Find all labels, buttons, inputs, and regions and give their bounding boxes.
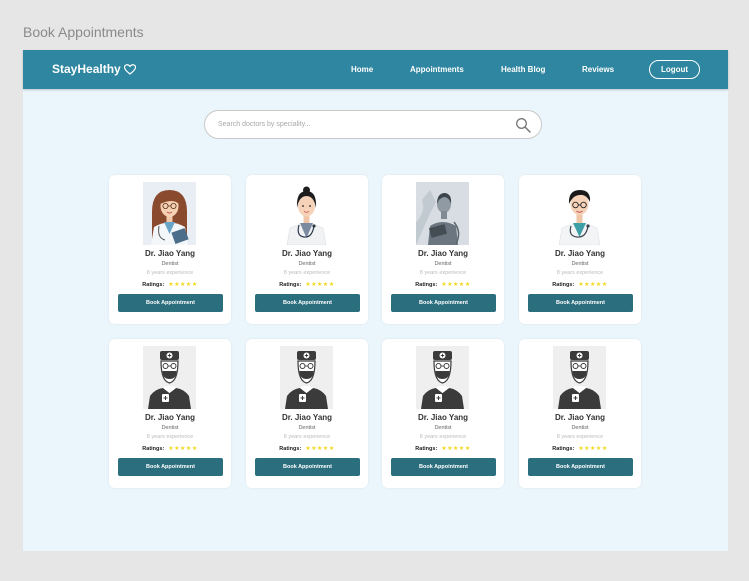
doctor-ratings: Ratings: ★★★★★: [519, 445, 641, 453]
ratings-label: Ratings:: [279, 281, 302, 288]
doctor-card: Dr. Jiao Yang Dentist 8 years experience Ra…: [246, 175, 368, 324]
doctor-card: Dr. Jiao Yang Dentist 8 years experience Ra…: [382, 339, 504, 488]
doctor-name: Dr. Jiao Yang: [281, 249, 333, 258]
nav-appointments[interactable]: Appointments: [410, 65, 464, 74]
rating-stars-icon: ★★★★★: [441, 282, 471, 288]
doctor-ratings: Ratings: ★★★★★: [109, 445, 231, 453]
doctor-experience: 8 years experience: [283, 270, 331, 276]
brand-name: StayHealthy: [52, 62, 121, 76]
doctor-experience: 8 years experience: [146, 434, 194, 440]
doctor-photo: [553, 182, 606, 245]
doctor-specialty: Dentist: [161, 425, 179, 431]
book-appointment-button[interactable]: Book Appointment: [118, 294, 223, 312]
doctor-name: Dr. Jiao Yang: [554, 249, 606, 258]
doctor-specialty: Dentist: [298, 425, 316, 431]
ratings-label: Ratings:: [142, 281, 165, 288]
book-appointment-button[interactable]: Book Appointment: [528, 294, 633, 312]
logout-button[interactable]: Logout: [649, 60, 700, 79]
doctor-experience: 8 years experience: [556, 434, 604, 440]
app-frame: StayHealthy Home Appointments Health Blo…: [23, 50, 728, 551]
nav-health-blog[interactable]: Health Blog: [501, 65, 545, 74]
rating-stars-icon: ★★★★★: [305, 446, 335, 452]
rating-stars-icon: ★★★★★: [441, 446, 471, 452]
doctor-experience: 8 years experience: [283, 434, 331, 440]
navbar: StayHealthy Home Appointments Health Blo…: [23, 50, 728, 89]
doctor-photo: [280, 182, 333, 245]
book-appointment-button[interactable]: Book Appointment: [255, 458, 360, 476]
rating-stars-icon: ★★★★★: [578, 446, 608, 452]
doctor-name: Dr. Jiao Yang: [417, 413, 469, 422]
book-appointment-button[interactable]: Book Appointment: [391, 294, 496, 312]
doctor-specialty: Dentist: [571, 425, 589, 431]
rating-stars-icon: ★★★★★: [578, 282, 608, 288]
book-appointment-button[interactable]: Book Appointment: [255, 294, 360, 312]
doctor-experience: 8 years experience: [556, 270, 604, 276]
doctor-photo: [143, 346, 196, 409]
doctor-experience: 8 years experience: [419, 270, 467, 276]
doctor-ratings: Ratings: ★★★★★: [519, 281, 641, 289]
doctor-card: Dr. Jiao Yang Dentist 8 years experience Ra…: [519, 175, 641, 324]
doctor-specialty: Dentist: [571, 261, 589, 267]
nav-reviews[interactable]: Reviews: [582, 65, 614, 74]
doctor-name: Dr. Jiao Yang: [144, 249, 196, 258]
doctor-card: Dr. Jiao Yang Dentist 8 years experience Ra…: [519, 339, 641, 488]
frame-title: Book Appointments: [23, 24, 144, 40]
nav-home[interactable]: Home: [351, 65, 373, 74]
doctor-name: Dr. Jiao Yang: [417, 249, 469, 258]
search-placeholder: Search doctors by speciality...: [218, 121, 311, 128]
doctor-card: Dr. Jiao Yang Dentist 8 years experience Ra…: [382, 175, 504, 324]
doctor-ratings: Ratings: ★★★★★: [109, 281, 231, 289]
ratings-label: Ratings:: [142, 445, 165, 452]
doctor-name: Dr. Jiao Yang: [144, 413, 196, 422]
doctor-specialty: Dentist: [298, 261, 316, 267]
ratings-label: Ratings:: [279, 445, 302, 452]
doctor-specialty: Dentist: [161, 261, 179, 267]
doctor-experience: 8 years experience: [146, 270, 194, 276]
doctor-experience: 8 years experience: [419, 434, 467, 440]
doctor-card: Dr. Jiao Yang Dentist 8 years experience Ra…: [246, 339, 368, 488]
ratings-label: Ratings:: [415, 281, 438, 288]
ratings-label: Ratings:: [415, 445, 438, 452]
heart-icon: [123, 63, 136, 75]
doctor-ratings: Ratings: ★★★★★: [382, 281, 504, 289]
doctor-ratings: Ratings: ★★★★★: [246, 281, 368, 289]
book-appointment-button[interactable]: Book Appointment: [391, 458, 496, 476]
search-icon[interactable]: [515, 117, 531, 133]
doctor-ratings: Ratings: ★★★★★: [382, 445, 504, 453]
doctor-card: Dr. Jiao Yang Dentist 8 years experience Ra…: [109, 339, 231, 488]
doctor-specialty: Dentist: [434, 261, 452, 267]
rating-stars-icon: ★★★★★: [168, 446, 198, 452]
doctor-photo: [416, 346, 469, 409]
doctor-card: Dr. Jiao Yang Dentist 8 years experience Ra…: [109, 175, 231, 324]
ratings-label: Ratings:: [552, 445, 575, 452]
book-appointment-button[interactable]: Book Appointment: [528, 458, 633, 476]
doctor-name: Dr. Jiao Yang: [554, 413, 606, 422]
doctor-photo: [143, 182, 196, 245]
doctor-ratings: Ratings: ★★★★★: [246, 445, 368, 453]
book-appointment-button[interactable]: Book Appointment: [118, 458, 223, 476]
brand-logo[interactable]: StayHealthy: [52, 62, 136, 76]
rating-stars-icon: ★★★★★: [305, 282, 335, 288]
doctor-name: Dr. Jiao Yang: [281, 413, 333, 422]
doctor-photo: [553, 346, 606, 409]
doctor-photo: [280, 346, 333, 409]
doctor-photo: [416, 182, 469, 245]
search-input[interactable]: Search doctors by speciality...: [204, 110, 542, 139]
rating-stars-icon: ★★★★★: [168, 282, 198, 288]
doctor-specialty: Dentist: [434, 425, 452, 431]
ratings-label: Ratings:: [552, 281, 575, 288]
